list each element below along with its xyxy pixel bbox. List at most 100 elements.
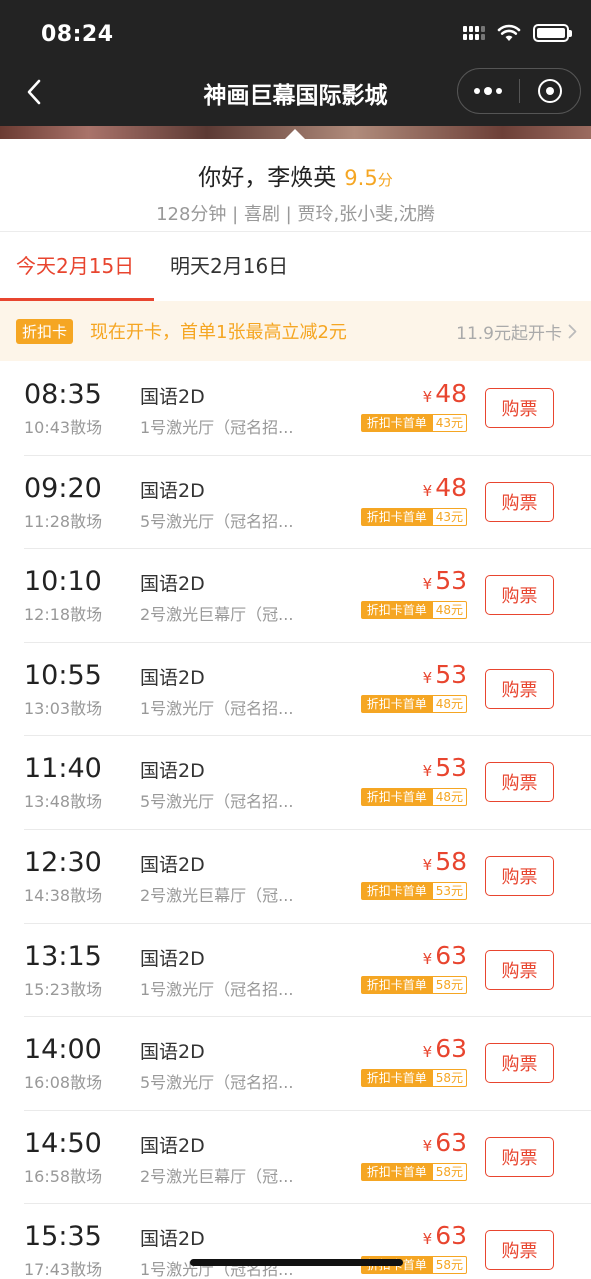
showtime-price: ¥63: [423, 1221, 467, 1250]
price-value: 63: [435, 1127, 467, 1157]
currency-symbol: ¥: [422, 1136, 433, 1155]
showtime-hall: 5号激光厅（冠名招...: [140, 1073, 294, 1093]
showtime-start: 11:40: [24, 753, 102, 785]
showtime-row[interactable]: 14:50 16:58散场 国语2D 2号激光巨幕厅（冠... ¥63 折扣卡首单 58元购…: [0, 1109, 591, 1204]
showtime-row[interactable]: 14:00 16:08散场 国语2D 5号激光厅（冠名招... ¥63 折扣卡首单 58元购…: [0, 1016, 591, 1110]
currency-symbol: ¥: [422, 855, 433, 874]
discount-card-banner[interactable]: 折扣卡 现在开卡，首单1张最高立减2元 11.9元起开卡: [0, 301, 591, 361]
showtime-start: 09:20: [24, 472, 102, 504]
showtime-hall: 2号激光巨幕厅（冠...: [140, 885, 294, 905]
movie-score: 9.5分: [344, 166, 392, 190]
showtime-row[interactable]: 09:20 11:28散场 国语2D 5号激光厅（冠名招... ¥48 折扣卡首单 43元购…: [0, 454, 591, 549]
price-value: 53: [435, 753, 467, 783]
buy-ticket-button[interactable]: 购票: [485, 1136, 554, 1177]
more-dots-icon: [474, 86, 503, 95]
discount-tag-value: 48元: [432, 788, 467, 807]
showtime-end: 16:58散场: [24, 1166, 103, 1186]
showtime-language: 国语2D: [140, 666, 205, 689]
tab-tomorrow[interactable]: 明天2月16日: [154, 232, 304, 300]
showtime-language: 国语2D: [140, 1134, 205, 1157]
showtime-price: ¥53: [423, 660, 467, 689]
showtime-start: 14:50: [24, 1127, 102, 1159]
showtime-hall: 1号激光厅（冠名招...: [140, 418, 294, 437]
discount-tag: 折扣卡首单58元: [360, 975, 467, 994]
showtime-end: 15:23散场: [24, 979, 103, 999]
discount-tag-value: 48元: [432, 694, 467, 713]
showtime-row[interactable]: 13:15 15:23散场 国语2D 1号激光厅（冠名招... ¥63 折扣卡首单 58元购…: [0, 922, 591, 1017]
buy-ticket-button[interactable]: 购票: [485, 481, 554, 522]
showtime-hall: 2号激光巨幕厅（冠...: [140, 1166, 294, 1186]
discount-tag: 折扣卡首单 48元: [360, 694, 467, 713]
showtime-end: 13:48散场: [24, 792, 103, 812]
currency-symbol: ¥: [422, 762, 433, 781]
showtime-language: 国语2D: [140, 760, 205, 783]
discount-tag-value: 53元: [432, 881, 467, 900]
discount-tag-label: 折扣卡首单: [360, 601, 433, 620]
discount-tag-label: 折扣卡首单: [360, 694, 433, 713]
showtime-row[interactable]: 08:35 10:43散场 国语2D 1号激光厅（冠名招... ¥48 折扣卡首单 43元购…: [0, 361, 591, 455]
discount-tag-value: 48元: [432, 601, 467, 620]
price-value: 48: [435, 379, 467, 408]
showtime-row[interactable]: 15:3517:43散场国语2D1号激光厅（冠名招...¥63折扣卡首单58元购…: [0, 1203, 591, 1279]
showtime-end: 17:43散场: [24, 1260, 103, 1279]
discount-tag-label: 折扣卡首单: [360, 507, 433, 526]
home-indicator: [190, 1259, 403, 1266]
selected-poster-pointer: [285, 129, 305, 139]
showtime-row[interactable]: 12:30 14:38散场 国语2D 2号激光巨幕厅（冠... ¥58 折扣卡首单 53元购…: [0, 828, 591, 923]
showtime-row[interactable]: 10:10 12:18散场 国语2D 2号激光巨幕厅（冠... ¥53 折扣卡首单 48元购…: [0, 548, 591, 642]
currency-symbol: ¥: [422, 388, 433, 406]
promo-text: 现在开卡，首单1张最高立减2元: [90, 322, 347, 343]
showtime-list: 08:35 10:43散场 国语2D 1号激光厅（冠名招... ¥48 折扣卡首单 43元购…: [0, 361, 591, 1279]
discount-tag-label: 折扣卡首单: [360, 975, 433, 994]
buy-ticket-button[interactable]: 购票: [485, 388, 554, 428]
showtime-language: 国语2D: [140, 479, 205, 502]
buy-ticket-button[interactable]: 购票: [485, 762, 554, 803]
discount-tag: 折扣卡首单 43元: [360, 414, 467, 432]
showtime-start: 13:15: [24, 940, 102, 972]
buy-ticket-button[interactable]: 购票: [485, 1043, 554, 1084]
buy-ticket-button[interactable]: 购票: [485, 668, 554, 709]
price-value: 58: [435, 846, 467, 876]
showtime-price: ¥48: [423, 473, 467, 502]
showtime-language: 国语2D: [140, 573, 205, 596]
showtime-end: 14:38散场: [24, 885, 103, 905]
discount-tag-label: 折扣卡首单: [360, 414, 433, 432]
buy-ticket-button[interactable]: 购票: [485, 1230, 554, 1271]
showtime-start: 10:55: [24, 659, 102, 691]
close-mini-program-button[interactable]: [520, 69, 581, 113]
price-value: 63: [435, 940, 467, 970]
showtime-start: 10:10: [24, 566, 102, 598]
status-icons: [463, 24, 572, 42]
showtime-price: ¥63: [423, 1128, 467, 1157]
tab-today[interactable]: 今天2月15日: [0, 232, 154, 301]
showtime-end: 13:03散场: [24, 698, 103, 718]
showtime-end: 11:28散场: [24, 511, 103, 531]
showtime-row[interactable]: 10:55 13:03散场 国语2D 1号激光厅（冠名招... ¥53 折扣卡首单 48元购…: [0, 641, 591, 736]
discount-tag-value: 43元: [432, 507, 467, 526]
showtime-hall: 2号激光巨幕厅（冠...: [140, 605, 294, 625]
currency-symbol: ¥: [422, 1043, 433, 1062]
showtime-language: 国语2D: [140, 1041, 205, 1064]
discount-tag: 折扣卡首单 48元: [360, 788, 467, 807]
discount-tag: 折扣卡首单 48元: [360, 601, 467, 620]
discount-tag-value: 58元: [432, 1256, 467, 1275]
discount-tag-label: 折扣卡首单: [360, 788, 433, 807]
showtime-end: 16:08散场: [24, 1073, 103, 1093]
buy-ticket-button[interactable]: 购票: [485, 949, 554, 990]
price-value: 48: [435, 472, 467, 502]
open-card-link[interactable]: 11.9元起开卡: [456, 319, 577, 344]
cellular-signal-icon: [463, 26, 485, 40]
buy-ticket-button[interactable]: 购票: [485, 855, 554, 896]
showtime-end: 10:43散场: [24, 418, 103, 437]
showtime-hall: 1号激光厅（冠名招...: [140, 979, 294, 999]
discount-tag-label: 折扣卡首单: [360, 1069, 433, 1088]
buy-ticket-button[interactable]: 购票: [485, 575, 554, 616]
more-button[interactable]: [458, 69, 519, 113]
open-card-label: 11.9元起开卡: [456, 323, 562, 344]
showtime-language: 国语2D: [140, 853, 205, 876]
showtime-row[interactable]: 11:40 13:48散场 国语2D 5号激光厅（冠名招... ¥53 折扣卡首单 48元购…: [0, 735, 591, 829]
mini-program-capsule: [457, 68, 581, 114]
discount-tag: 折扣卡首单 53元: [360, 881, 467, 900]
discount-tag-value: 58元: [432, 1162, 467, 1181]
showtime-end: 12:18散场: [24, 605, 103, 625]
